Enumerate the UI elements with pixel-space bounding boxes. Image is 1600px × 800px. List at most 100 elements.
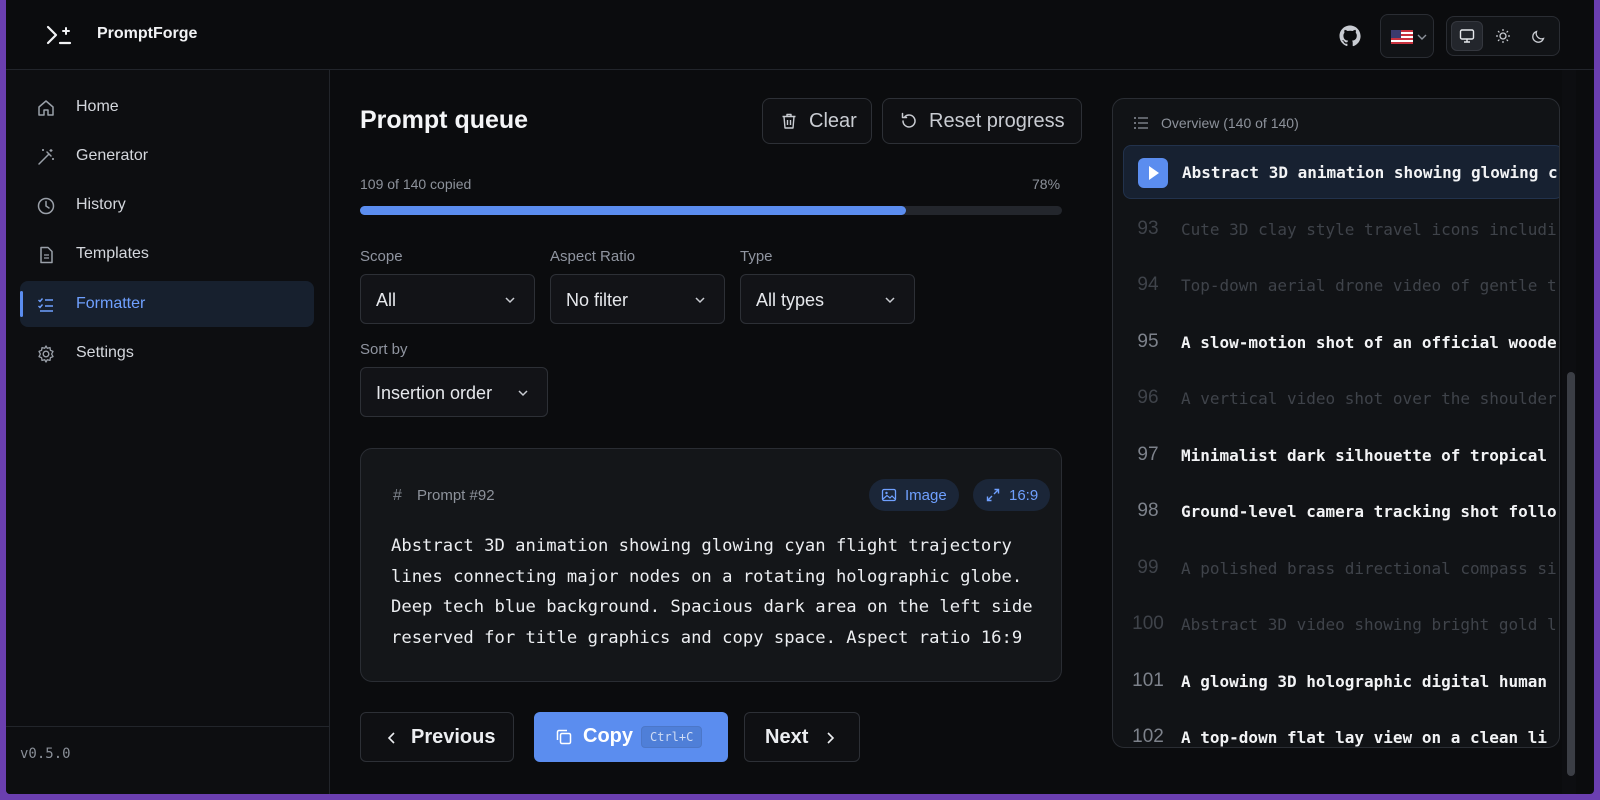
prompt-id: Prompt #92 xyxy=(417,487,495,504)
language-selector[interactable] xyxy=(1380,14,1434,58)
overview-item[interactable]: 102 A top-down flat lay view on a clean l… xyxy=(1123,710,1559,747)
us-flag-icon xyxy=(1391,30,1413,44)
top-bar: PromptForge xyxy=(6,0,1594,70)
home-icon xyxy=(38,100,54,116)
gear-icon xyxy=(38,345,54,363)
overview-item-text: Cute 3D clay style travel icons includi xyxy=(1181,219,1557,239)
sidebar-item-label: Templates xyxy=(76,245,149,262)
chevron-down-icon xyxy=(885,297,895,304)
app-version: v0.5.0 xyxy=(20,746,71,762)
clear-button[interactable]: Clear xyxy=(762,98,872,144)
overview-item-current[interactable]: Abstract 3D animation showing glowing c xyxy=(1123,145,1559,199)
copy-shortcut: Ctrl+C xyxy=(641,726,703,748)
sidebar-item-label: History xyxy=(76,196,126,213)
overview-item[interactable]: 101 A glowing 3D holographic digital huma… xyxy=(1123,654,1559,710)
sort-by-value: Insertion order xyxy=(376,383,493,403)
reset-progress-button[interactable]: Reset progress xyxy=(882,98,1082,144)
list-icon xyxy=(1134,117,1148,129)
overview-item[interactable]: 100 Abstract 3D video showing bright gold… xyxy=(1123,597,1559,653)
sidebar-item-home[interactable]: Home xyxy=(20,84,314,130)
theme-light-button[interactable] xyxy=(1487,21,1519,51)
overview-item[interactable]: 94 Top-down aerial drone video of gentle … xyxy=(1123,258,1559,314)
sidebar-item-generator[interactable]: Generator xyxy=(20,133,314,179)
overview-item-text: A vertical video shot over the shoulder xyxy=(1181,389,1557,408)
progress-fill xyxy=(360,206,907,215)
overview-item-text: Top-down aerial drone video of gentle t xyxy=(1181,276,1557,295)
chevron-down-icon xyxy=(1417,34,1427,40)
scope-select[interactable]: All xyxy=(360,274,535,324)
github-icon[interactable] xyxy=(1338,24,1362,48)
type-value: All types xyxy=(756,290,825,310)
type-chip: Image xyxy=(869,479,959,511)
copy-button[interactable]: Copy Ctrl+C xyxy=(534,712,728,762)
previous-label: Previous xyxy=(411,726,496,748)
play-icon xyxy=(1138,158,1168,188)
sidebar-item-history[interactable]: History xyxy=(20,182,314,228)
theme-desktop-button[interactable] xyxy=(1451,21,1483,51)
overview-panel: Overview (140 of 140) Abstract 3D animat… xyxy=(1112,98,1560,748)
chevron-down-icon xyxy=(505,297,515,304)
next-button[interactable]: Next xyxy=(744,712,860,762)
ratio-chip: 16:9 xyxy=(973,479,1051,511)
overview-item-number: 96 xyxy=(1137,387,1159,408)
type-chip-label: Image xyxy=(905,486,947,504)
chevron-down-icon xyxy=(518,390,528,397)
sidebar-divider xyxy=(6,726,330,727)
overview-item[interactable]: 98 Ground-level camera tracking shot foll… xyxy=(1123,484,1559,540)
sidebar-item-label: Home xyxy=(76,98,119,115)
page-title: Prompt queue xyxy=(360,106,529,134)
progress-label: 109 of 140 copied xyxy=(360,176,472,192)
document-icon xyxy=(40,246,53,264)
sidebar-item-settings[interactable]: Settings xyxy=(20,330,314,376)
sun-icon xyxy=(1496,29,1510,43)
progress-bar xyxy=(360,206,1062,215)
chevron-left-icon xyxy=(387,732,395,744)
sidebar-item-label: Settings xyxy=(76,344,134,361)
app-window: PromptForge Home Generator History Templ… xyxy=(6,0,1594,794)
overview-item-text: A slow-motion shot of an official woode xyxy=(1181,332,1557,352)
scope-label: Scope xyxy=(360,248,403,265)
type-label: Type xyxy=(740,248,773,265)
overview-item[interactable]: 96 A vertical video shot over the shoulde… xyxy=(1123,371,1559,427)
app-name: PromptForge xyxy=(97,25,198,42)
next-label: Next xyxy=(765,726,809,748)
sort-by-select[interactable]: Insertion order xyxy=(360,367,548,417)
overview-item-text: Abstract 3D animation showing glowing c xyxy=(1182,163,1558,182)
sort-by-label: Sort by xyxy=(360,341,408,358)
theme-dark-button[interactable] xyxy=(1523,21,1555,51)
overview-item-number: 100 xyxy=(1132,613,1164,634)
aspect-ratio-label: Aspect Ratio xyxy=(550,248,636,265)
aspect-ratio-value: No filter xyxy=(566,290,629,310)
overview-item[interactable]: 97 Minimalist dark silhouette of tropical xyxy=(1123,428,1559,484)
overview-item-text: Minimalist dark silhouette of tropical xyxy=(1181,445,1548,465)
overview-item-number: 98 xyxy=(1137,500,1159,521)
overview-item-number: 95 xyxy=(1137,330,1159,352)
overview-item[interactable]: 99 A polished brass directional compass s… xyxy=(1123,541,1559,597)
theme-switcher xyxy=(1446,16,1560,56)
overview-item-number: 102 xyxy=(1132,726,1164,747)
clock-icon xyxy=(37,197,55,215)
overview-item-text: Abstract 3D video showing bright gold l xyxy=(1181,615,1557,634)
previous-button[interactable]: Previous xyxy=(360,712,514,762)
overview-item[interactable]: 93 Cute 3D clay style travel icons includ… xyxy=(1123,202,1559,258)
sidebar-item-formatter[interactable]: Formatter xyxy=(20,281,314,327)
hash-icon: # xyxy=(393,487,402,504)
overview-item-text: A polished brass directional compass si xyxy=(1181,558,1557,578)
moon-icon xyxy=(1532,30,1545,43)
sidebar-item-templates[interactable]: Templates xyxy=(20,231,314,277)
sidebar-item-label: Formatter xyxy=(76,295,146,312)
prompt-text: Abstract 3D animation showing glowing cy… xyxy=(391,536,1033,648)
monitor-icon xyxy=(1459,29,1475,43)
progress-percent: 78% xyxy=(1032,176,1061,192)
magic-wand-icon xyxy=(38,149,54,165)
reset-icon xyxy=(901,112,916,128)
list-check-icon xyxy=(38,298,53,312)
image-icon xyxy=(881,488,897,502)
copy-label: Copy xyxy=(583,725,633,747)
clear-label: Clear xyxy=(809,109,857,132)
overview-item-number: 94 xyxy=(1137,274,1159,295)
overview-item[interactable]: 95 A slow-motion shot of an official wood… xyxy=(1123,315,1559,371)
scrollbar-thumb[interactable] xyxy=(1567,372,1575,776)
type-select[interactable]: All types xyxy=(740,274,915,324)
aspect-ratio-select[interactable]: No filter xyxy=(550,274,725,324)
